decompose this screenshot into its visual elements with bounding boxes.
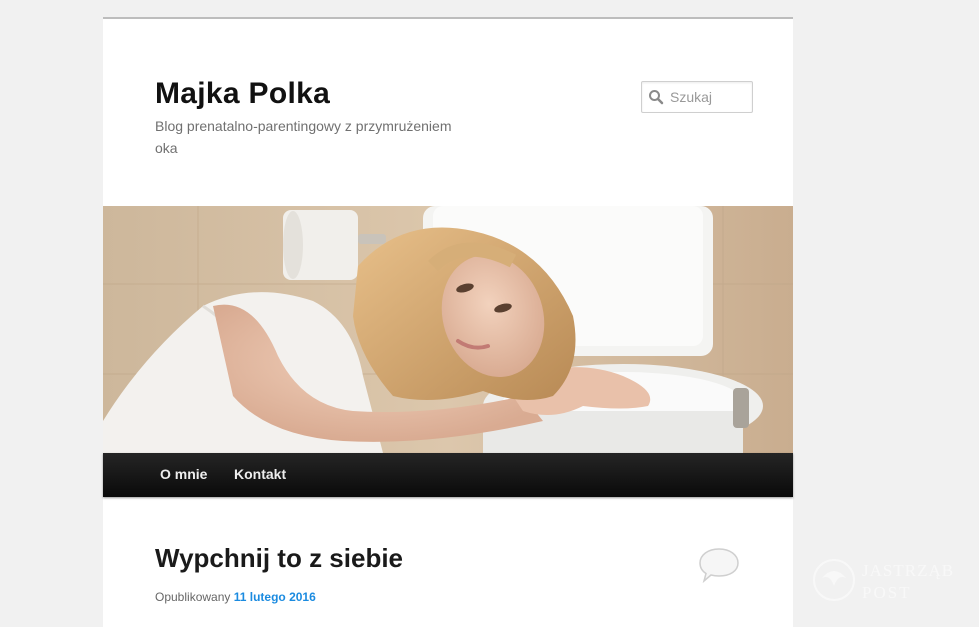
- nav-item-o-mnie[interactable]: O mnie: [160, 453, 207, 497]
- comment-bubble-icon[interactable]: [697, 547, 741, 584]
- header-photo: [103, 206, 793, 453]
- post-meta-prefix: Opublikowany: [155, 590, 231, 604]
- post-date-link[interactable]: 11 lutego 2016: [234, 590, 316, 604]
- post-meta: Opublikowany 11 lutego 2016: [155, 590, 316, 604]
- search-icon: [642, 82, 670, 112]
- page-container: Majka Polka Blog prenatalno-parentingowy…: [103, 17, 793, 627]
- main-navigation: O mnie Kontakt: [103, 453, 793, 497]
- site-title[interactable]: Majka Polka: [155, 77, 330, 111]
- search-input[interactable]: [670, 83, 748, 111]
- post-title[interactable]: Wypchnij to z siebie: [155, 543, 403, 574]
- search-box[interactable]: [641, 81, 753, 113]
- svg-text:POST: POST: [862, 583, 912, 602]
- svg-text:JASTRZĄB: JASTRZĄB: [862, 561, 954, 580]
- nav-item-kontakt[interactable]: Kontakt: [234, 453, 286, 497]
- watermark-logo: JASTRZĄB POST: [812, 556, 972, 606]
- site-description: Blog prenatalno-parentingowy z przymruże…: [155, 118, 452, 156]
